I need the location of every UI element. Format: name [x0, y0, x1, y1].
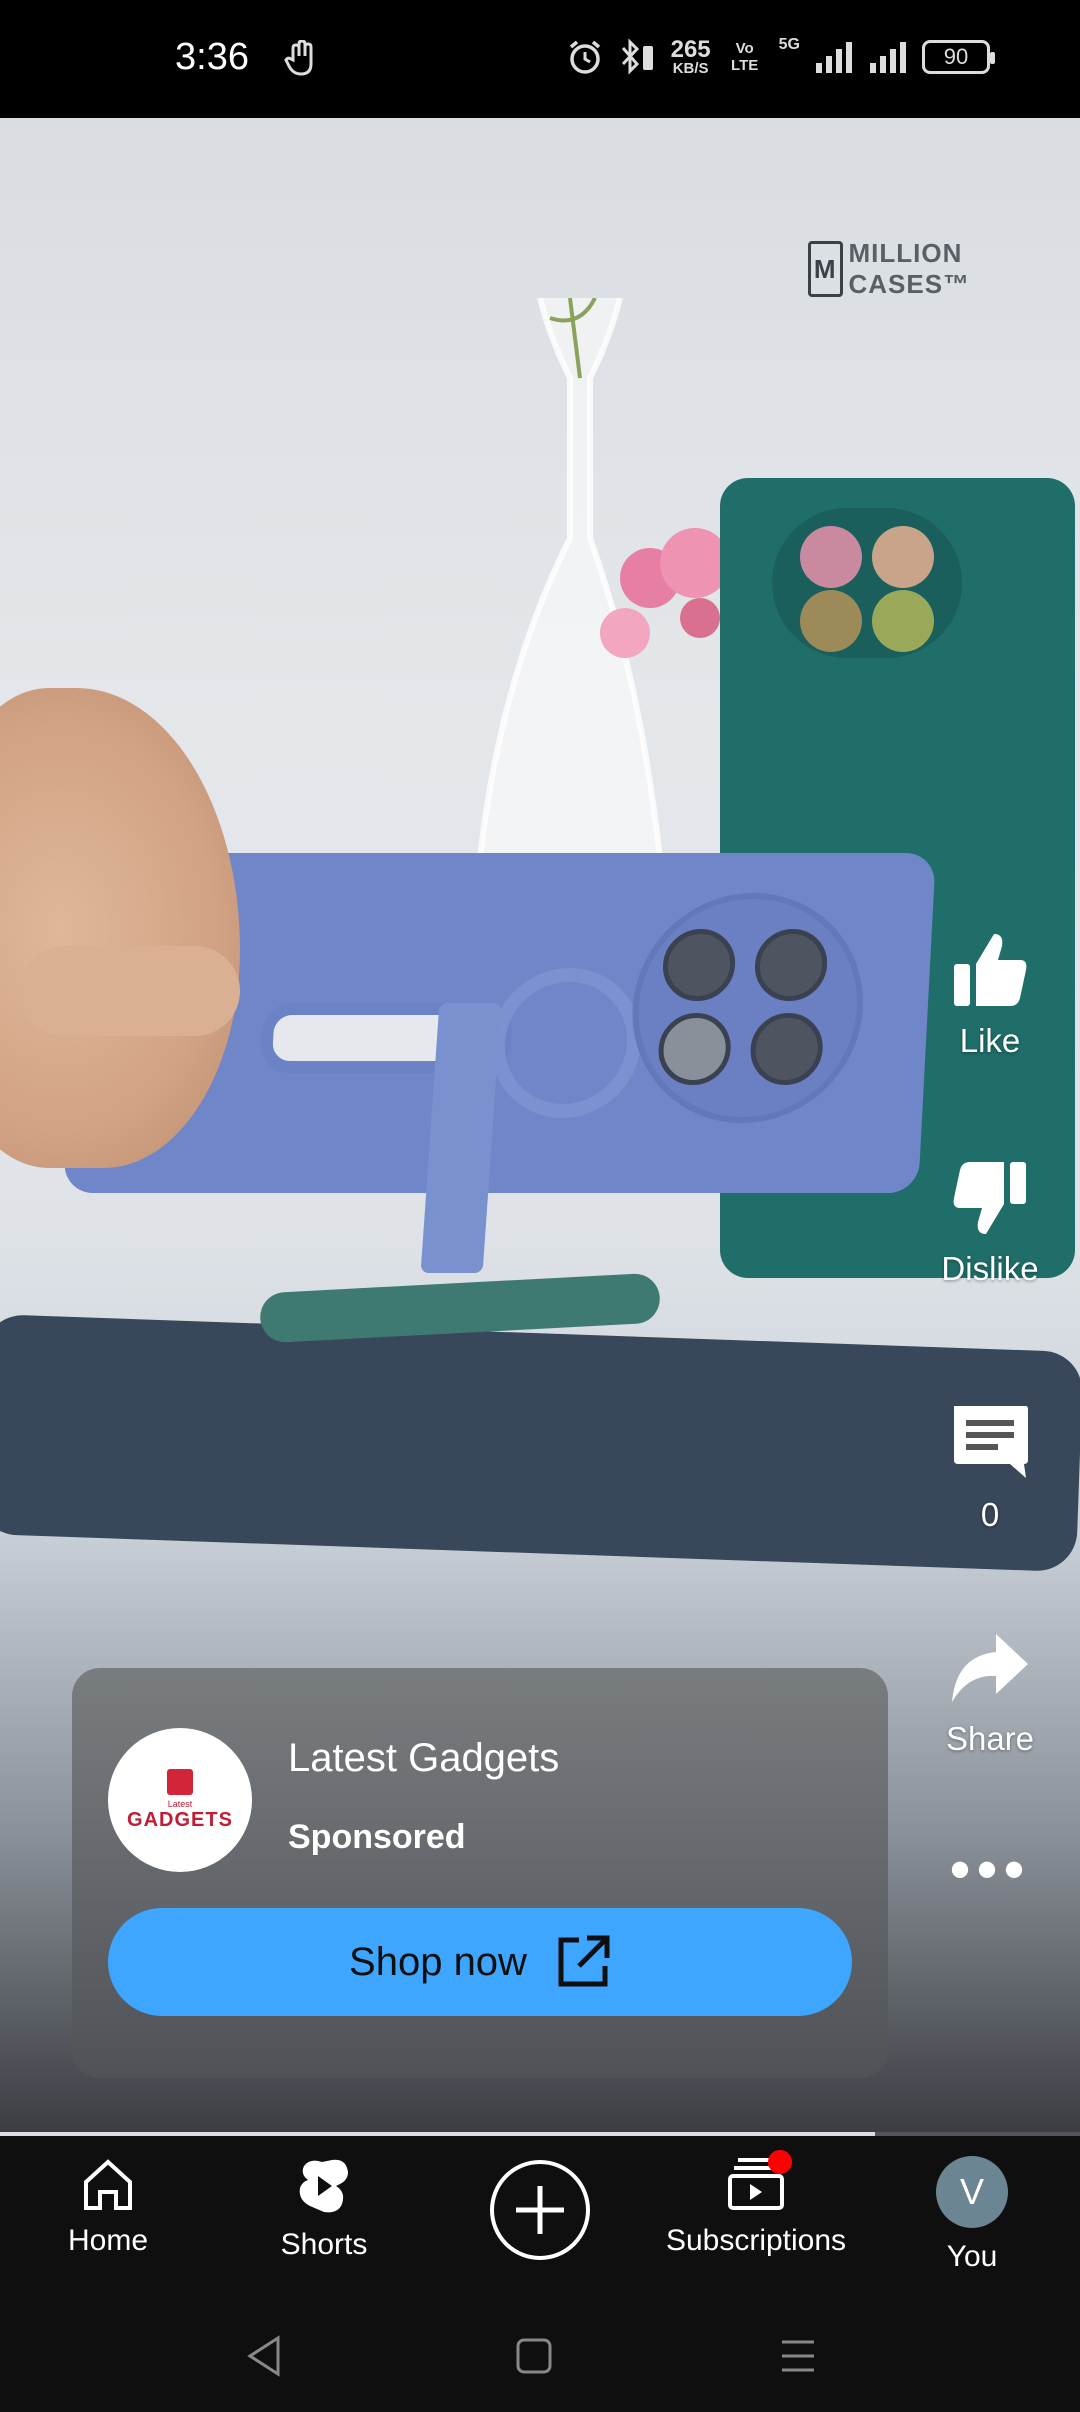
- create-button[interactable]: [490, 2160, 590, 2260]
- signal-icon-1: [816, 42, 852, 73]
- dislike-button[interactable]: Dislike: [900, 1158, 1080, 1288]
- battery-icon: 90: [922, 40, 995, 74]
- share-icon: [952, 1634, 1028, 1702]
- recents-menu-icon[interactable]: [778, 2334, 818, 2378]
- volte-indicator: Vo LTE: [731, 40, 759, 74]
- nav-you-label: You: [946, 2240, 998, 2273]
- home-icon: [84, 2159, 132, 2210]
- network-type: 5G: [778, 36, 800, 53]
- hand-image: [0, 688, 240, 1168]
- shop-now-button[interactable]: Shop now: [108, 1908, 852, 2016]
- finger-image: [20, 946, 240, 1036]
- status-time: 3:36: [175, 36, 249, 78]
- nav-shorts-label: Shorts: [280, 2228, 368, 2261]
- gesture-icon: [284, 40, 313, 76]
- comment-icon: [954, 1406, 1028, 1478]
- thumbs-down-icon: [953, 1162, 1026, 1234]
- logo-mark-icon: [167, 1768, 193, 1795]
- status-bar: 3:36 265 KB/S Vo LTE 5G 90: [0, 0, 1080, 118]
- system-navigation: [0, 2300, 1080, 2412]
- flowers-image: [600, 528, 740, 728]
- plus-icon: [516, 2186, 564, 2234]
- back-icon[interactable]: [244, 2334, 284, 2378]
- strap-image: [258, 1272, 662, 1344]
- bluetooth-icon: [621, 38, 653, 75]
- dislike-label: Dislike: [941, 1250, 1039, 1287]
- home-square-icon[interactable]: [514, 2334, 554, 2378]
- notification-dot: [768, 2150, 792, 2174]
- advertiser-logo[interactable]: Latest GADGETS: [108, 1728, 252, 1872]
- shorts-icon: [299, 2159, 348, 2213]
- sponsored-card[interactable]: Latest GADGETS Latest Gadgets Sponsored …: [72, 1668, 888, 2078]
- share-button[interactable]: Share: [900, 1628, 1080, 1758]
- alarm-icon: [569, 40, 600, 74]
- signal-icon-2: [870, 42, 906, 73]
- shop-now-label: Shop now: [349, 1939, 527, 1984]
- like-button[interactable]: Like: [900, 930, 1080, 1060]
- nav-subscriptions[interactable]: Subscriptions: [656, 2150, 856, 2258]
- avatar: V: [936, 2156, 1008, 2228]
- status-icons: 265 KB/S Vo LTE 5G 90: [567, 35, 995, 77]
- advertiser-name[interactable]: Latest Gadgets: [288, 1736, 559, 1781]
- network-speed: 265 KB/S: [670, 35, 711, 77]
- like-label: Like: [959, 1022, 1021, 1059]
- sponsored-label: Sponsored: [288, 1818, 466, 1856]
- watermark-logo: M MILLION CASES™: [808, 238, 1080, 300]
- nav-shorts[interactable]: Shorts: [224, 2156, 424, 2262]
- share-label: Share: [945, 1720, 1035, 1757]
- nav-subscriptions-label: Subscriptions: [665, 2224, 847, 2257]
- thumbs-up-icon: [954, 934, 1027, 1006]
- bottom-navigation: Home Shorts Subscriptions V You: [0, 2136, 1080, 2300]
- nav-home[interactable]: Home: [8, 2156, 208, 2258]
- external-link-icon: [558, 1935, 610, 1987]
- nav-home-label: Home: [67, 2224, 149, 2257]
- comments-count: 0: [980, 1496, 1000, 1533]
- more-icon: •••: [949, 1836, 1031, 1903]
- more-options-button[interactable]: •••: [900, 1836, 1080, 1903]
- comments-button[interactable]: 0: [900, 1400, 1080, 1534]
- nav-you[interactable]: V You: [872, 2156, 1072, 2274]
